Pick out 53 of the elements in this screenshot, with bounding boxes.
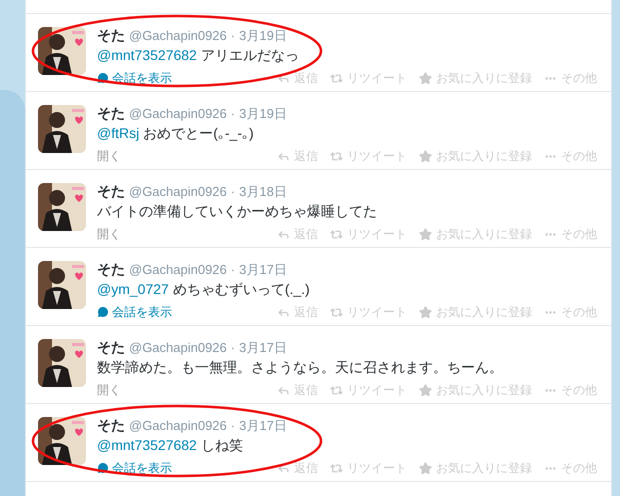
- separator-dot: ·: [230, 28, 236, 44]
- mention-link[interactable]: @ftRsj: [97, 123, 140, 143]
- tweet-text: アリエルだなっ: [200, 46, 299, 65]
- star-icon: [419, 72, 432, 84]
- separator-dot: ·: [230, 418, 236, 434]
- speech-bubble-icon: [97, 72, 109, 84]
- author-name[interactable]: そた: [97, 27, 125, 43]
- separator-dot: ·: [230, 184, 236, 200]
- author-name[interactable]: そた: [97, 339, 125, 355]
- speech-bubble-icon: [97, 462, 109, 474]
- author-handle[interactable]: @Gachapin0926: [129, 340, 227, 356]
- tweet-date[interactable]: 3月17日: [239, 418, 287, 434]
- view-conversation-link[interactable]: 会話を表示: [97, 303, 172, 321]
- author-name[interactable]: そた: [97, 105, 125, 121]
- separator-dot: ·: [230, 106, 236, 122]
- author-name[interactable]: そた: [97, 261, 125, 277]
- expand-link[interactable]: 開く: [97, 225, 121, 243]
- star-icon: [419, 228, 432, 240]
- expand-link[interactable]: 開く: [97, 147, 121, 165]
- mention-link[interactable]: @mnt73527682: [97, 435, 197, 455]
- star-icon: [419, 306, 432, 318]
- tweet-text: 数学諦めた。も一無理。さようなら。天に召されます。ちーん。: [97, 358, 503, 377]
- tweet-date[interactable]: 3月19日: [239, 28, 287, 44]
- expand-link[interactable]: 開く: [97, 381, 121, 399]
- retweet-icon: [330, 306, 343, 318]
- tweet-text: おめでとー(｡-_-｡): [143, 124, 254, 143]
- author-name[interactable]: そた: [97, 183, 125, 199]
- author-handle[interactable]: @Gachapin0926: [129, 106, 227, 122]
- author-handle[interactable]: @Gachapin0926: [129, 262, 227, 278]
- tweet-date[interactable]: 3月18日: [239, 184, 287, 200]
- separator-dot: ·: [230, 262, 236, 278]
- tweet-date[interactable]: 3月19日: [239, 106, 287, 122]
- mention-link[interactable]: @mnt73527682: [97, 45, 197, 65]
- tweet-text: バイトの準備していくかーめちゃ爆睡してた: [97, 202, 377, 221]
- star-icon: [419, 150, 432, 162]
- retweet-icon: [330, 462, 343, 474]
- retweet-icon: [330, 150, 343, 162]
- retweet-icon: [330, 72, 343, 84]
- author-name[interactable]: そた: [97, 417, 125, 433]
- mention-link[interactable]: @ym_0727: [97, 279, 169, 299]
- author-handle[interactable]: @Gachapin0926: [129, 184, 227, 200]
- author-handle[interactable]: @Gachapin0926: [129, 28, 227, 44]
- author-handle[interactable]: @Gachapin0926: [129, 418, 227, 434]
- retweet-icon: [330, 384, 343, 396]
- separator-dot: ·: [230, 340, 236, 356]
- tweet-text: しね笑: [200, 436, 243, 455]
- tweet-date[interactable]: 3月17日: [239, 262, 287, 278]
- tweet-date[interactable]: 3月17日: [239, 340, 287, 356]
- star-icon: [419, 462, 432, 474]
- speech-bubble-icon: [97, 306, 109, 318]
- star-icon: [419, 384, 432, 396]
- tweet-text: めちゃむずいって(._.): [172, 280, 310, 299]
- retweet-icon: [330, 228, 343, 240]
